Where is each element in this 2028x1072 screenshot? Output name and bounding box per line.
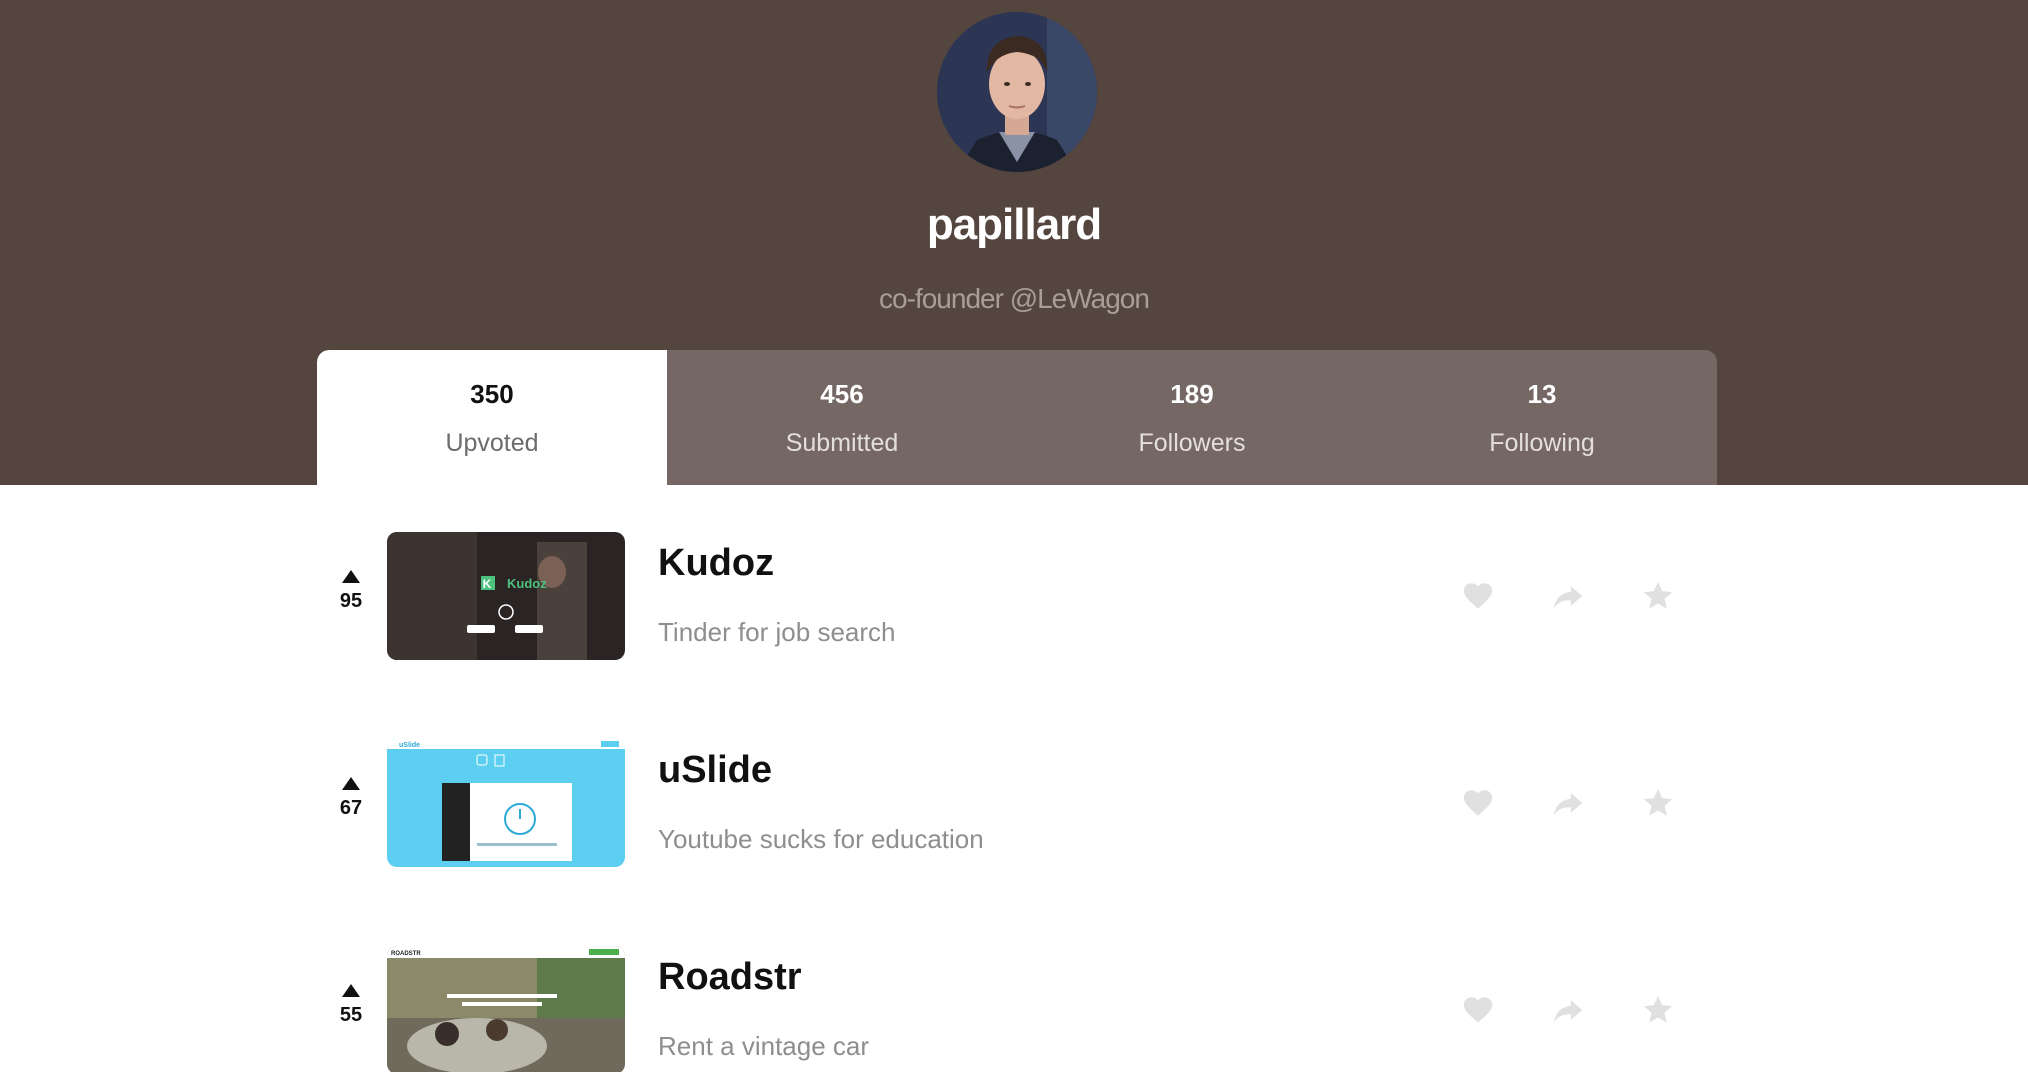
tab-upvoted[interactable]: 350 Upvoted	[317, 350, 667, 485]
like-button[interactable]	[1461, 993, 1495, 1027]
product-thumbnail[interactable]: ROADSTR	[387, 946, 625, 1072]
product-thumbnail[interactable]: uSlide	[387, 739, 625, 867]
tab-following[interactable]: 13 Following	[1367, 350, 1717, 485]
tab-count: 456	[820, 379, 864, 409]
star-icon	[1643, 995, 1673, 1023]
product-thumbnail[interactable]: K Kudoz	[387, 532, 625, 660]
star-icon	[1643, 581, 1673, 609]
upvote-button[interactable]: 95	[329, 570, 373, 613]
avatar[interactable]	[937, 12, 1097, 172]
upvote-button[interactable]: 55	[329, 984, 373, 1027]
heart-icon	[1463, 583, 1493, 609]
favorite-button[interactable]	[1641, 786, 1675, 820]
favorite-button[interactable]	[1641, 579, 1675, 613]
share-icon	[1553, 586, 1583, 609]
tab-count: 13	[1527, 379, 1557, 409]
avatar-photo	[937, 12, 1097, 172]
tab-label: Following	[1489, 429, 1595, 457]
share-button[interactable]	[1551, 579, 1585, 613]
product-item-kudoz: 95 K Kudoz Kudoz Tinder for job search	[317, 532, 1717, 667]
product-name[interactable]: Kudoz	[658, 542, 774, 585]
svg-text:K: K	[483, 577, 492, 591]
product-screenshot: uSlide	[387, 739, 625, 867]
share-button[interactable]	[1551, 993, 1585, 1027]
profile-header: papillard co-founder @LeWagon 350 Upvote…	[0, 0, 2028, 485]
thumb-text: uSlide	[399, 742, 420, 749]
product-screenshot: ROADSTR	[387, 946, 625, 1072]
tab-label: Submitted	[785, 429, 899, 457]
like-button[interactable]	[1461, 786, 1495, 820]
product-name[interactable]: Roadstr	[658, 956, 802, 999]
vote-count: 67	[339, 797, 363, 819]
like-button[interactable]	[1461, 579, 1495, 613]
user-tagline: co-founder @LeWagon	[879, 283, 1150, 314]
tab-submitted[interactable]: 456 Submitted	[667, 350, 1017, 485]
upvote-arrow-icon	[342, 777, 360, 790]
share-button[interactable]	[1551, 786, 1585, 820]
product-name[interactable]: uSlide	[658, 749, 772, 792]
favorite-button[interactable]	[1641, 993, 1675, 1027]
product-item-uslide: 67 uSlide uSlide Youtube sucks for educa…	[317, 739, 1717, 874]
thumb-text: ROADSTR	[391, 951, 421, 957]
product-description: Rent a vintage car	[658, 1031, 870, 1061]
profile-tabs: 350 Upvoted 456 Submitted 189 Followers …	[317, 350, 1717, 485]
share-icon	[1553, 793, 1583, 816]
upvote-arrow-icon	[342, 984, 360, 997]
tab-followers[interactable]: 189 Followers	[1017, 350, 1367, 485]
heart-icon	[1463, 790, 1493, 816]
product-screenshot: K Kudoz	[387, 532, 625, 660]
vote-count: 55	[339, 1004, 363, 1026]
share-icon	[1553, 1000, 1583, 1023]
upvote-arrow-icon	[342, 570, 360, 583]
tab-count: 350	[470, 379, 514, 409]
heart-icon	[1463, 997, 1493, 1023]
vote-count: 95	[339, 590, 363, 612]
star-icon	[1643, 788, 1673, 816]
product-description: Youtube sucks for education	[658, 824, 984, 854]
tab-label: Upvoted	[445, 429, 539, 457]
tab-count: 189	[1170, 379, 1214, 409]
upvote-button[interactable]: 67	[329, 777, 373, 820]
tab-label: Followers	[1138, 429, 1246, 457]
username: papillard	[926, 200, 1102, 249]
thumb-text: Kudoz	[507, 576, 547, 591]
product-item-roadstr: 55 ROADSTR Roadstr Rent a vintage car	[317, 946, 1717, 1072]
product-description: Tinder for job search	[658, 617, 896, 647]
